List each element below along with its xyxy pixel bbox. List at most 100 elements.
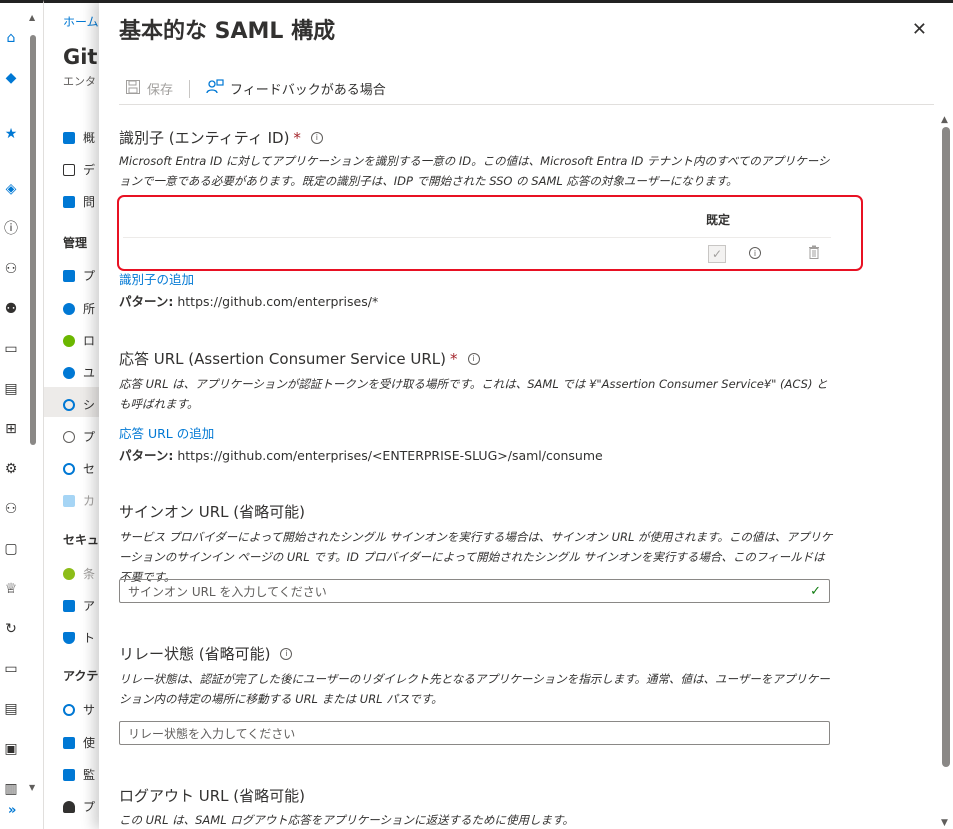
nav-item-overview[interactable]: 概 [63, 129, 95, 146]
app-subtitle: エンタ [63, 75, 96, 88]
panel-content: 識別子 (エンティティ ID) * i Microsoft Entra ID に… [99, 113, 939, 829]
delete-icon[interactable] [808, 245, 820, 263]
relay-state-input[interactable]: リレー状態を入力してください [119, 721, 830, 745]
relay-state-description: リレー状態は、認証が完了した後にユーザーのリダイレクト先となるアプリケーションを… [119, 672, 830, 706]
nav-item-custom[interactable]: カ [63, 492, 95, 509]
close-icon[interactable]: ✕ [912, 19, 927, 40]
nav-item-users[interactable]: ユ [63, 364, 95, 381]
table-row-divider [123, 237, 831, 238]
card-icon[interactable]: ▢ [2, 540, 20, 558]
expand-sidebar-button[interactable]: » [8, 803, 16, 818]
properties-icon [63, 269, 75, 282]
nav-item-self-service[interactable]: セ [63, 460, 95, 477]
relay-state-section-title: リレー状態 (省略可能) i [119, 643, 293, 664]
admin-icon[interactable]: ⚇ [2, 500, 20, 518]
nav-item-roles[interactable]: ロ [63, 332, 95, 349]
save-button[interactable]: 保存 [119, 79, 179, 99]
person-icon [63, 800, 75, 813]
add-identifier-link[interactable]: 識別子の追加 [119, 269, 194, 288]
info-icon[interactable]: i [467, 352, 480, 365]
conditional-access-icon [63, 567, 75, 580]
nav-item-sign-ins[interactable]: サ [63, 701, 95, 718]
portal-sidebar: ⌂ ◆ ★ ◈ ⓘ ⚇ ⚉ ▭ ▤ ⊞ ⚙ ⚇ ▢ ♕ ↻ ▭ ▤ ▣ ▥ ▲ … [0, 0, 44, 829]
breadcrumb[interactable]: ホーム [63, 13, 99, 30]
trophy-icon[interactable]: ♕ [2, 580, 20, 598]
book-icon[interactable]: ▥ [2, 780, 20, 798]
nav-item-provisioning[interactable]: プ [63, 428, 95, 445]
nav-item-troubleshoot[interactable]: 問 [63, 193, 95, 210]
cloud-icon[interactable]: ◈ [2, 180, 20, 198]
nav-item-permissions[interactable]: ア [63, 597, 95, 614]
shield-icon [63, 631, 75, 644]
devices-icon[interactable]: ▭ [2, 340, 20, 358]
info-icon[interactable]: ⓘ [2, 219, 20, 237]
nav-item-token[interactable]: ト [63, 629, 95, 646]
sidebar-scrollbar[interactable]: ▲ ▼ [29, 11, 37, 801]
sso-icon [63, 398, 75, 411]
required-marker: * [293, 128, 301, 147]
monitor-icon[interactable]: ▣ [2, 740, 20, 758]
signon-url-section-title: サインオン URL (省略可能) [119, 503, 305, 521]
group-icon[interactable]: ⚉ [2, 300, 20, 318]
check-icon: ✓ [810, 583, 821, 599]
saml-config-panel: 基本的な SAML 構成 ✕ 保存 フィードバックがある場合 識別子 (エンティ… [99, 0, 953, 829]
toolbar-divider [189, 79, 191, 98]
section-header-activity: アクティ [63, 669, 104, 683]
nav-item-deploy[interactable]: デ [63, 161, 95, 178]
logout-url-section-title: ログアウト URL (省略可能) [119, 787, 305, 805]
sync-icon[interactable]: ↻ [2, 620, 20, 638]
info-icon[interactable]: i [280, 647, 293, 660]
tools-icon [63, 195, 75, 208]
identifier-table: 既定 ✓ i [117, 195, 863, 271]
terminal-icon[interactable]: ▭ [2, 660, 20, 678]
nav-item-owners[interactable]: 所 [63, 300, 95, 317]
self-service-icon [63, 462, 75, 475]
audit-icon [63, 768, 75, 781]
feedback-button[interactable]: フィードバックがある場合 [200, 78, 392, 99]
panel-scroll-thumb[interactable] [942, 127, 950, 767]
favorites-star-icon[interactable]: ★ [2, 125, 20, 143]
home-icon[interactable]: ⌂ [2, 29, 20, 47]
reply-url-description: 応答 URL は、アプリケーションが認証トークンを受け取る場所です。これは、SA… [119, 377, 828, 411]
panel-scrollbar[interactable]: ▲ ▼ [939, 115, 951, 829]
nav-item-properties[interactable]: プ [63, 267, 95, 284]
cube-icon[interactable]: ⊞ [2, 420, 20, 438]
user-icon[interactable]: ⚇ [2, 260, 20, 278]
signon-url-input[interactable]: サインオン URL を入力してください ✓ [119, 579, 830, 603]
custom-icon [63, 494, 75, 507]
sidebar-scroll-thumb[interactable] [30, 35, 36, 445]
sign-ins-icon [63, 703, 75, 716]
signon-url-description: サービス プロバイダーによって開始されたシングル サインオンを実行する場合は、サ… [119, 530, 833, 584]
nav-item-audit[interactable]: 監 [63, 766, 95, 783]
overview-icon [63, 131, 75, 144]
default-column-header: 既定 [706, 213, 731, 227]
required-marker: * [450, 349, 458, 368]
reply-url-pattern: パターン: https://github.com/enterprises/<EN… [119, 448, 603, 463]
feedback-icon [206, 78, 224, 99]
nav-item-sso[interactable]: シ [63, 396, 95, 413]
roles-icon[interactable]: ⚙ [2, 460, 20, 478]
roles-icon [63, 334, 75, 347]
nav-item-conditional-access[interactable]: 条 [63, 565, 95, 582]
nav-item-usage[interactable]: 使 [63, 734, 95, 751]
add-reply-url-link[interactable]: 応答 URL の追加 [119, 423, 214, 442]
info-icon[interactable]: i [749, 247, 761, 259]
panel-title: 基本的な SAML 構成 [119, 19, 336, 44]
identifier-description: Microsoft Entra ID に対してアプリケーションを識別する一意の … [119, 154, 830, 188]
nav-item-provisioning-logs[interactable]: プ [63, 798, 95, 815]
identifier-section-title: 識別子 (エンティティ ID) * i [119, 127, 323, 148]
scroll-up-icon[interactable]: ▲ [941, 115, 948, 125]
logs-icon[interactable]: ▤ [2, 700, 20, 718]
dashboard-icon[interactable]: ◆ [2, 69, 20, 87]
info-icon[interactable]: i [310, 131, 323, 144]
default-checkbox[interactable]: ✓ [708, 245, 726, 263]
book-icon [63, 163, 75, 176]
apps-icon[interactable]: ▤ [2, 380, 20, 398]
scroll-down-icon[interactable]: ▼ [29, 783, 35, 792]
users-icon [63, 366, 75, 379]
scroll-up-icon[interactable]: ▲ [29, 13, 35, 22]
reply-url-section-title: 応答 URL (Assertion Consumer Service URL) … [119, 348, 480, 369]
section-header-manage: 管理 [63, 236, 88, 250]
section-header-security: セキュリ [63, 533, 104, 547]
scroll-down-icon[interactable]: ▼ [941, 818, 948, 828]
